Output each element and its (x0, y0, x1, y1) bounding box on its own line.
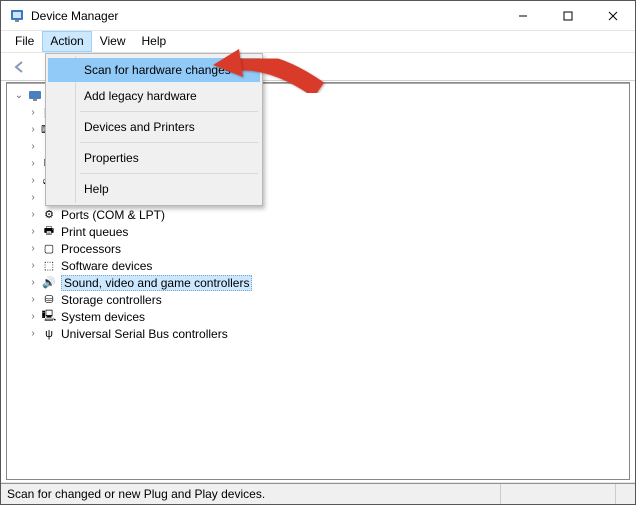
expand-icon[interactable]: › (27, 141, 39, 153)
status-segment (500, 484, 615, 504)
device-category[interactable]: ›ψ Universal Serial Bus controllers (27, 325, 629, 342)
device-category[interactable]: ›🖶 Print queues (27, 223, 629, 240)
printer-icon: 🖶 (41, 224, 57, 240)
port-icon: ⚙ (41, 207, 57, 223)
action-menu-dropdown: Scan for hardware changesAdd legacy hard… (45, 53, 263, 206)
status-segment (615, 484, 635, 504)
menu-action[interactable]: Action (42, 31, 91, 52)
collapse-icon[interactable]: ⌄ (13, 90, 25, 102)
device-category[interactable]: ›⛁ Storage controllers (27, 291, 629, 308)
menu-item-scan-for-hardware-changes[interactable]: Scan for hardware changes (48, 58, 260, 82)
expand-icon[interactable]: › (27, 192, 39, 204)
system-icon: 🖳 (41, 309, 57, 325)
menu-separator (80, 142, 258, 143)
expand-icon[interactable]: › (27, 311, 39, 323)
storage-icon: ⛁ (41, 292, 57, 308)
device-label: Storage controllers (61, 293, 162, 307)
device-category[interactable]: ›🖳 System devices (27, 308, 629, 325)
app-icon (9, 8, 25, 24)
expand-icon[interactable]: › (27, 226, 39, 238)
expand-icon[interactable]: › (27, 328, 39, 340)
menu-view[interactable]: View (92, 31, 134, 52)
expand-icon[interactable]: › (27, 158, 39, 170)
menu-item-add-legacy-hardware[interactable]: Add legacy hardware (48, 84, 260, 108)
close-button[interactable] (590, 1, 635, 30)
cpu-icon: ▢ (41, 241, 57, 257)
menubar: FileActionViewHelp (1, 31, 635, 53)
window-title: Device Manager (31, 9, 500, 23)
usb-icon: ψ (41, 326, 57, 342)
computer-icon (27, 88, 43, 104)
device-category[interactable]: ›🔊Sound, video and game controllers (27, 274, 629, 291)
device-category[interactable]: ›▢ Processors (27, 240, 629, 257)
menu-file[interactable]: File (7, 31, 42, 52)
status-text: Scan for changed or new Plug and Play de… (7, 487, 265, 501)
expand-icon[interactable]: › (27, 107, 39, 119)
minimize-button[interactable] (500, 1, 545, 30)
maximize-button[interactable] (545, 1, 590, 30)
software-icon: ⬚ (41, 258, 57, 274)
back-button[interactable] (9, 56, 31, 78)
device-label: System devices (61, 310, 145, 324)
menu-separator (80, 173, 258, 174)
device-label: Sound, video and game controllers (61, 275, 252, 291)
sound-icon: 🔊 (41, 275, 57, 291)
device-label: Print queues (61, 225, 128, 239)
device-category[interactable]: ›⬚ Software devices (27, 257, 629, 274)
expand-icon[interactable]: › (27, 209, 39, 221)
expand-icon[interactable]: › (27, 294, 39, 306)
expand-icon[interactable]: › (27, 124, 39, 136)
window-controls (500, 1, 635, 30)
expand-icon[interactable]: › (27, 243, 39, 255)
device-label: Processors (61, 242, 121, 256)
device-label: Software devices (61, 259, 152, 273)
device-category[interactable]: ›⚙ Ports (COM & LPT) (27, 206, 629, 223)
device-label: Ports (COM & LPT) (61, 208, 165, 222)
expand-icon[interactable]: › (27, 260, 39, 272)
menu-item-help[interactable]: Help (48, 177, 260, 201)
menu-separator (80, 111, 258, 112)
device-label: Universal Serial Bus controllers (61, 327, 228, 341)
expand-icon[interactable]: › (27, 175, 39, 187)
menu-item-properties[interactable]: Properties (48, 146, 260, 170)
titlebar: Device Manager (1, 1, 635, 31)
menu-item-devices-and-printers[interactable]: Devices and Printers (48, 115, 260, 139)
menu-help[interactable]: Help (134, 31, 175, 52)
statusbar: Scan for changed or new Plug and Play de… (1, 482, 635, 504)
expand-icon[interactable]: › (27, 277, 39, 289)
